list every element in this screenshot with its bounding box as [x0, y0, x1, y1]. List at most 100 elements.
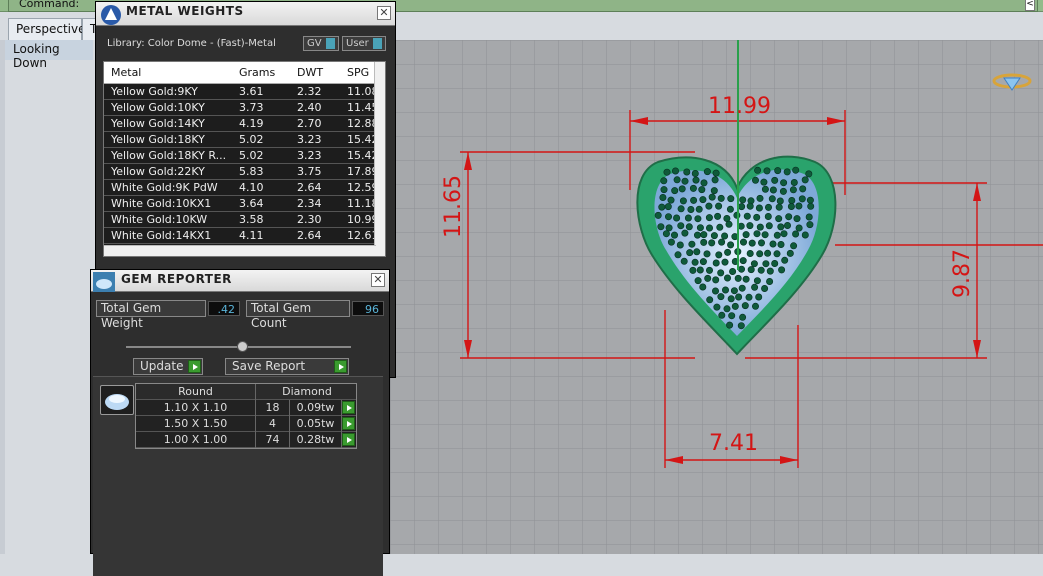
round-gem-icon[interactable]: [100, 385, 134, 415]
metal-weights-icon: [101, 5, 121, 25]
prong-dot: [746, 250, 754, 258]
prong-dot: [799, 185, 807, 193]
table-row[interactable]: White Gold:10KW 3.58 2.30 10.99: [104, 212, 379, 228]
prong-dot: [698, 186, 706, 194]
prong-dot: [718, 311, 726, 319]
gem-size: 1.10 X 1.10: [136, 400, 256, 416]
prong-dot: [705, 266, 713, 274]
prong-dot: [737, 322, 745, 330]
gem-shape-header: Round: [136, 384, 256, 400]
table-row[interactable]: Yellow Gold:18KY R... 5.02 3.23 15.42: [104, 148, 379, 164]
user-toggle[interactable]: User: [342, 36, 386, 51]
metal-name: White Gold:10KX1: [111, 197, 212, 210]
prong-dot: [755, 204, 763, 212]
prong-dot: [664, 213, 672, 221]
play-icon[interactable]: [342, 401, 355, 414]
size-slider-knob[interactable]: [237, 341, 248, 352]
command-history-button[interactable]: <: [1025, 0, 1035, 11]
prong-dot: [706, 296, 714, 304]
prong-dot: [790, 242, 798, 250]
col-metal[interactable]: Metal: [111, 66, 141, 79]
vertical-scrollbar[interactable]: [374, 62, 385, 256]
play-icon[interactable]: [342, 417, 355, 430]
prong-dot: [753, 213, 761, 221]
table-row[interactable]: Yellow Gold:10KY 3.73 2.40 11.45: [104, 100, 379, 116]
total-gem-weight-label: Total Gem Weight: [96, 300, 206, 330]
dim-top: 11.99: [708, 94, 771, 119]
prong-dot: [801, 231, 809, 239]
prong-dot: [745, 293, 753, 301]
prong-dot: [705, 214, 713, 222]
prong-dot: [768, 195, 776, 203]
grams-value: 5.83: [239, 165, 264, 178]
table-row[interactable]: White Gold:10KX1 3.64 2.34 11.18: [104, 196, 379, 212]
play-icon[interactable]: [188, 360, 201, 373]
prong-dot: [681, 177, 689, 185]
prong-dot: [693, 248, 701, 256]
dim-bottom: 7.41: [709, 431, 758, 456]
table-row[interactable]: Yellow Gold:22KY 5.83 3.75 17.89: [104, 164, 379, 180]
prong-dot: [723, 274, 731, 282]
viewport[interactable]: 11.99 11.65 9.87 7.41: [390, 40, 1043, 554]
prong-dot: [674, 251, 682, 259]
update-button[interactable]: Update: [133, 358, 203, 375]
horizontal-scrollbar[interactable]: [104, 245, 376, 256]
dwt-value: 2.64: [297, 181, 322, 194]
prong-dot: [704, 274, 712, 282]
prong-dot: [753, 277, 761, 285]
col-grams[interactable]: Grams: [239, 66, 275, 79]
gem-reporter-body: Total Gem Weight .42 Total Gem Count 96 …: [91, 292, 389, 576]
table-row[interactable]: Yellow Gold:9KY 3.61 2.32 11.08: [104, 84, 379, 100]
gem-row[interactable]: 1.10 X 1.10 18 0.09tw: [136, 400, 356, 416]
prong-dot: [725, 220, 733, 228]
prong-dot: [773, 250, 781, 258]
metal-weights-titlebar[interactable]: METAL WEIGHTS ✕: [96, 2, 395, 26]
prong-dot: [777, 241, 785, 249]
prong-dot: [710, 232, 718, 240]
prong-dot: [774, 167, 782, 175]
tab-perspective[interactable]: Perspective: [8, 18, 86, 40]
prong-dot: [689, 184, 697, 192]
col-spg[interactable]: SPG: [347, 66, 369, 79]
prong-dot: [671, 167, 679, 175]
table-row[interactable]: White Gold:9K PdW 4.10 2.64 12.59: [104, 180, 379, 196]
gem-reporter-titlebar[interactable]: GEM REPORTER ✕: [91, 270, 389, 294]
table-row[interactable]: Yellow Gold:14KY 4.19 2.70 12.88: [104, 116, 379, 132]
prong-dot: [735, 293, 743, 301]
dwt-value: 3.75: [297, 165, 322, 178]
prong-dot: [788, 197, 796, 205]
gem-row[interactable]: 1.50 X 1.50 4 0.05tw: [136, 416, 356, 432]
grams-value: 5.02: [239, 149, 264, 162]
metal-name: White Gold:14KX1: [111, 229, 212, 242]
close-icon[interactable]: ✕: [371, 273, 385, 287]
gem-row[interactable]: 1.00 X 1.00 74 0.28tw: [136, 432, 356, 448]
gem-reporter-panel: GEM REPORTER ✕ Total Gem Weight .42 Tota…: [90, 269, 390, 576]
play-icon[interactable]: [334, 360, 347, 373]
gem-table-header: Round Diamond: [136, 384, 356, 400]
prong-dot: [727, 195, 735, 203]
prong-dot: [805, 170, 813, 178]
metal-table-header: Metal Grams DWT SPG: [104, 62, 376, 84]
prong-dot: [766, 267, 774, 275]
prong-dot: [781, 256, 789, 264]
gv-toggle[interactable]: GV: [303, 36, 339, 51]
prong-dot: [761, 231, 769, 239]
prong-dot: [703, 168, 711, 176]
prong-dot: [663, 168, 671, 176]
prong-dot: [667, 238, 675, 246]
prong-dot: [689, 266, 697, 274]
close-icon[interactable]: ✕: [377, 6, 391, 20]
col-dwt[interactable]: DWT: [297, 66, 323, 79]
metal-name: Yellow Gold:18KY R...: [111, 149, 227, 162]
prong-dot: [703, 250, 711, 258]
table-row[interactable]: Yellow Gold:18KY 5.02 3.23 15.42: [104, 132, 379, 148]
prong-dot: [713, 303, 721, 311]
play-icon[interactable]: [342, 433, 355, 446]
save-report-button[interactable]: Save Report: [225, 358, 349, 375]
prong-dot: [763, 167, 771, 175]
prong-dot: [712, 259, 720, 267]
metal-name: Yellow Gold:18KY: [111, 133, 205, 146]
gem-reporter-title: GEM REPORTER: [121, 272, 232, 286]
gem-list-area: Round Diamond 1.10 X 1.10 18 0.09tw 1.50 X …: [93, 376, 383, 576]
table-row[interactable]: White Gold:14KX1 4.11 2.64 12.61: [104, 228, 379, 244]
